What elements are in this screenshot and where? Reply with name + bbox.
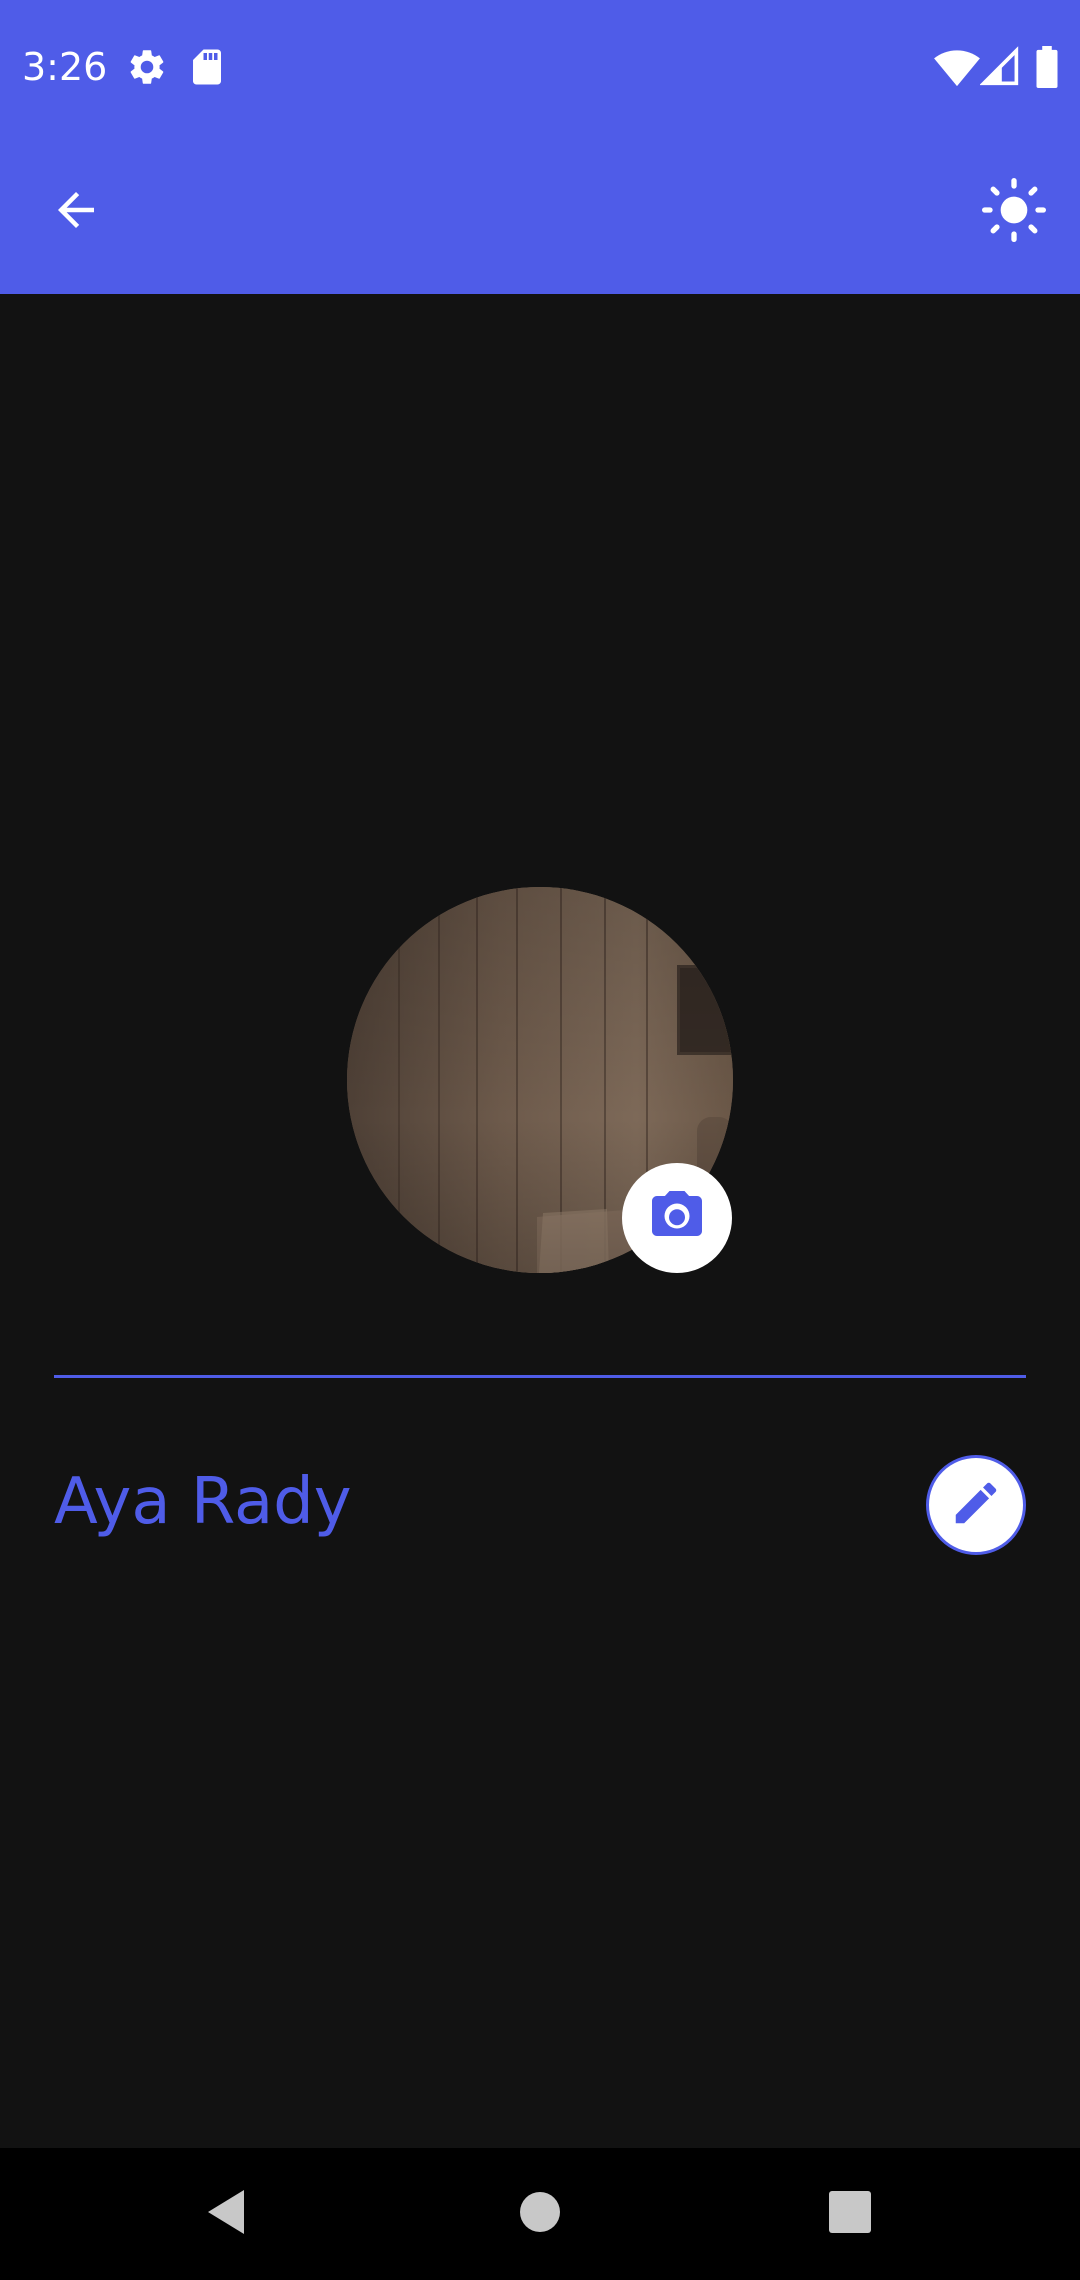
status-time: 3:26: [22, 45, 108, 89]
sun-icon: [982, 177, 1046, 247]
profile-divider: [54, 1375, 1026, 1378]
wifi-icon: [934, 46, 980, 88]
signal-icon: [979, 46, 1020, 88]
sd-card-icon: [186, 46, 228, 88]
nav-back-button[interactable]: [186, 2174, 266, 2254]
back-button[interactable]: [24, 160, 128, 264]
theme-toggle-button[interactable]: [962, 160, 1066, 264]
nav-home-button[interactable]: [500, 2174, 580, 2254]
profile-screen: 3:26 Aya Rady: [0, 0, 1080, 2280]
nav-recents-button[interactable]: [810, 2174, 890, 2254]
pencil-icon: [949, 1476, 1003, 1535]
camera-icon: [647, 1186, 707, 1251]
edit-name-button[interactable]: [926, 1455, 1026, 1555]
arrow-left-icon: [49, 183, 103, 242]
settings-icon: [126, 46, 168, 88]
user-name: Aya Rady: [54, 1465, 352, 1539]
app-bar: [0, 132, 1080, 294]
battery-icon: [1035, 46, 1059, 88]
status-bar: 3:26: [0, 0, 1080, 132]
change-photo-button[interactable]: [622, 1163, 732, 1273]
system-nav-bar: [0, 2148, 1080, 2280]
back-triangle-icon: [204, 2188, 248, 2241]
recents-square-icon: [829, 2190, 871, 2238]
home-circle-icon: [520, 2191, 560, 2237]
